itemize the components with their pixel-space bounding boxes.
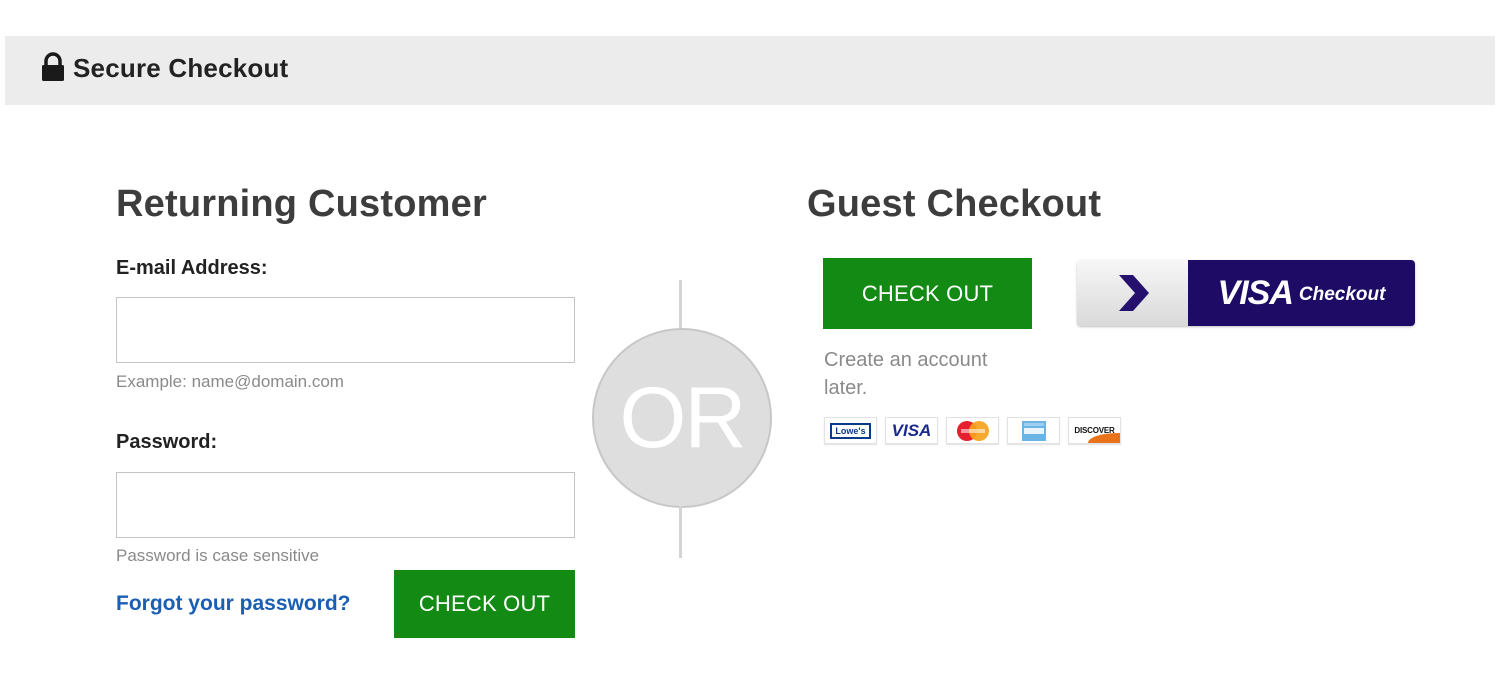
password-hint: Password is case sensitive bbox=[116, 546, 320, 565]
divider-line-bottom bbox=[679, 506, 682, 558]
email-hint: Example: name@domain.com bbox=[116, 372, 344, 391]
visa-checkout-button[interactable]: VISA Checkout bbox=[1077, 260, 1415, 326]
lowes-card-icon: Lowe's bbox=[824, 417, 877, 444]
discover-card-label: DISCOVER bbox=[1074, 426, 1115, 435]
discover-card-icon: DISCOVER bbox=[1068, 417, 1121, 444]
amex-card-icon bbox=[1007, 417, 1060, 444]
password-label: Password: bbox=[116, 431, 218, 453]
visa-checkout-label: Checkout bbox=[1298, 284, 1386, 305]
or-divider: OR bbox=[592, 328, 772, 508]
divider-line-top bbox=[679, 280, 682, 330]
returning-checkout-button[interactable]: CHECK OUT bbox=[394, 570, 575, 638]
visa-brand-text: VISA bbox=[1217, 273, 1294, 312]
payment-cards: Lowe's VISA DISCOVER bbox=[824, 417, 1121, 444]
visa-card-label: VISA bbox=[891, 420, 932, 440]
mastercard-logo-icon bbox=[956, 420, 989, 441]
returning-customer-title: Returning Customer bbox=[116, 183, 487, 225]
email-label: E-mail Address: bbox=[116, 257, 268, 279]
email-field[interactable] bbox=[116, 297, 575, 363]
header-title: Secure Checkout bbox=[73, 53, 289, 83]
forgot-password-link[interactable]: Forgot your password? bbox=[116, 592, 351, 616]
or-text: OR bbox=[619, 369, 747, 466]
visa-brand-area: VISA Checkout bbox=[1188, 260, 1415, 326]
lock-icon bbox=[42, 52, 64, 81]
password-field[interactable] bbox=[116, 472, 575, 538]
mastercard-card-icon bbox=[946, 417, 999, 444]
guest-checkout-button[interactable]: CHECK OUT bbox=[823, 258, 1032, 329]
visa-arrow-box bbox=[1077, 260, 1188, 326]
secure-checkout-header: Secure Checkout bbox=[5, 36, 1495, 105]
chevron-right-icon bbox=[1118, 275, 1149, 311]
visa-card-icon: VISA bbox=[885, 417, 938, 444]
amex-logo-icon bbox=[1021, 420, 1046, 441]
guest-checkout-title: Guest Checkout bbox=[807, 183, 1102, 225]
create-account-note: Create an account later. bbox=[824, 349, 988, 399]
lowes-card-label: Lowe's bbox=[830, 422, 871, 439]
